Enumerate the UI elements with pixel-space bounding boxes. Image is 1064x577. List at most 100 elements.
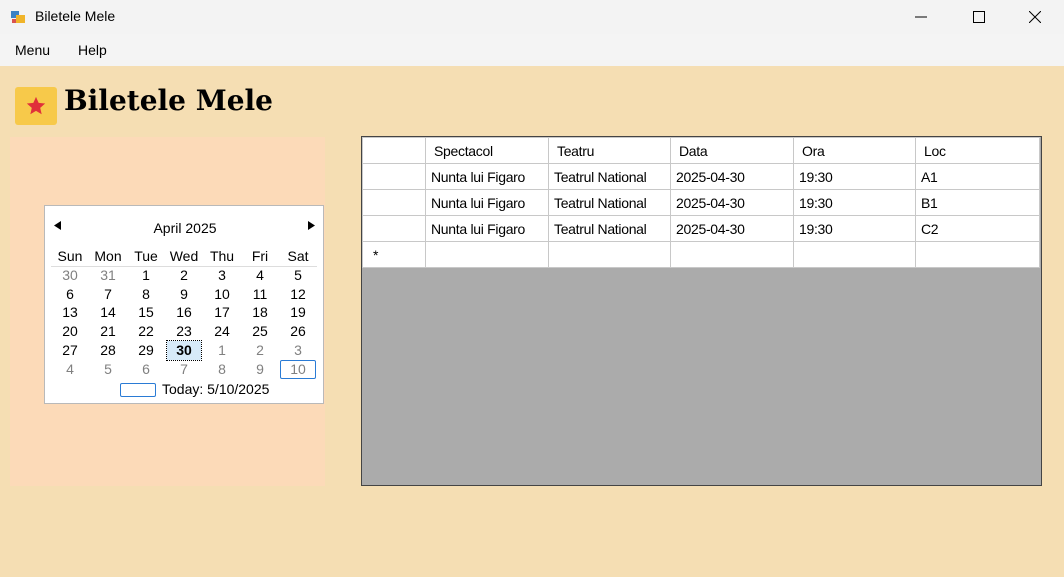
new-cell-data[interactable] (670, 241, 794, 268)
row-header-corner[interactable] (362, 137, 426, 164)
cell-data[interactable]: 2025-04-30 (670, 189, 794, 216)
cell-spectacol[interactable]: Nunta lui Figaro (425, 163, 549, 190)
minimize-icon (915, 16, 927, 18)
table-row[interactable]: Nunta lui Figaro Teatrul National 2025-0… (362, 163, 1040, 190)
column-header-loc[interactable]: Loc (915, 137, 1040, 164)
calendar-day[interactable]: 4 (51, 360, 89, 379)
today-marker[interactable] (120, 383, 156, 397)
calendar-day[interactable]: 31 (89, 266, 127, 285)
calendar-day[interactable]: 18 (241, 303, 279, 322)
calendar-day[interactable]: 23 (165, 322, 203, 341)
calendar-day[interactable]: 20 (51, 322, 89, 341)
calendar-day[interactable]: 12 (279, 285, 317, 304)
tickets-table: Spectacol Teatru Data Ora Loc Nunta lui … (362, 137, 1040, 268)
new-cell-teatru[interactable] (548, 241, 671, 268)
calendar-day[interactable]: 6 (127, 360, 165, 379)
calendar-day[interactable]: 4 (241, 266, 279, 285)
calendar-day[interactable]: 9 (165, 285, 203, 304)
star-ticket-icon (15, 87, 57, 125)
calendar-day[interactable]: 17 (203, 303, 241, 322)
cell-data[interactable]: 2025-04-30 (670, 163, 794, 190)
window-titlebar: Biletele Mele (0, 0, 1064, 34)
calendar-day[interactable]: 2 (165, 266, 203, 285)
calendar-day[interactable]: 3 (279, 341, 317, 360)
app-icon (11, 11, 25, 23)
cell-loc[interactable]: B1 (915, 189, 1040, 216)
month-calendar[interactable]: April 2025 Sun Mon Tue Wed Thu Fri Sat 3… (44, 205, 324, 404)
row-header[interactable] (362, 189, 426, 216)
new-row-marker[interactable]: * (362, 241, 426, 268)
new-cell-spectacol[interactable] (425, 241, 549, 268)
calendar-day[interactable]: 24 (203, 322, 241, 341)
calendar-day[interactable]: 11 (241, 285, 279, 304)
new-cell-ora[interactable] (793, 241, 916, 268)
cell-loc[interactable]: A1 (915, 163, 1040, 190)
menu-bar: Menu Help (0, 34, 1064, 66)
calendar-day[interactable]: 26 (279, 322, 317, 341)
day-of-week: Thu (209, 248, 235, 264)
calendar-day[interactable]: 1 (203, 341, 241, 360)
menu-item-menu[interactable]: Menu (15, 42, 50, 58)
calendar-day[interactable]: 28 (89, 341, 127, 360)
calendar-day[interactable]: 25 (241, 322, 279, 341)
calendar-day[interactable]: 9 (241, 360, 279, 379)
row-header[interactable] (362, 215, 426, 242)
calendar-day[interactable]: 29 (127, 341, 165, 360)
column-header-spectacol[interactable]: Spectacol (425, 137, 549, 164)
calendar-day[interactable]: 30 (51, 266, 89, 285)
calendar-day[interactable]: 5 (89, 360, 127, 379)
calendar-month-label[interactable]: April 2025 (45, 220, 325, 236)
column-header-teatru[interactable]: Teatru (548, 137, 671, 164)
cell-ora[interactable]: 19:30 (793, 189, 916, 216)
tickets-datagrid[interactable]: Spectacol Teatru Data Ora Loc Nunta lui … (361, 136, 1042, 486)
row-header[interactable] (362, 163, 426, 190)
close-button[interactable] (1006, 0, 1064, 34)
column-header-ora[interactable]: Ora (793, 137, 916, 164)
cell-teatru[interactable]: Teatrul National (548, 189, 671, 216)
calendar-day[interactable]: 16 (165, 303, 203, 322)
cell-loc[interactable]: C2 (915, 215, 1040, 242)
calendar-day[interactable]: 21 (89, 322, 127, 341)
cell-ora[interactable]: 19:30 (793, 215, 916, 242)
calendar-day[interactable]: 19 (279, 303, 317, 322)
today-link[interactable]: Today: 5/10/2025 (162, 381, 269, 397)
maximize-button[interactable] (950, 0, 1008, 34)
calendar-day[interactable]: 27 (51, 341, 89, 360)
calendar-day[interactable]: 2 (241, 341, 279, 360)
calendar-day-today[interactable]: 10 (280, 359, 316, 379)
next-month-button[interactable] (308, 219, 315, 233)
new-cell-loc[interactable] (915, 241, 1040, 268)
day-of-week: Wed (169, 248, 199, 264)
calendar-day[interactable]: 5 (279, 266, 317, 285)
calendar-day[interactable]: 22 (127, 322, 165, 341)
close-icon (1029, 11, 1041, 23)
maximize-icon (973, 11, 985, 23)
cell-teatru[interactable]: Teatrul National (548, 215, 671, 242)
calendar-day[interactable]: 15 (127, 303, 165, 322)
menu-item-help[interactable]: Help (78, 42, 107, 58)
cell-teatru[interactable]: Teatrul National (548, 163, 671, 190)
day-of-week: Tue (134, 248, 158, 264)
cell-spectacol[interactable]: Nunta lui Figaro (425, 189, 549, 216)
cell-ora[interactable]: 19:30 (793, 163, 916, 190)
calendar-day[interactable]: 1 (127, 266, 165, 285)
page-title: Biletele Mele (64, 84, 273, 117)
calendar-day-selected[interactable]: 30 (166, 339, 202, 361)
cell-spectacol[interactable]: Nunta lui Figaro (425, 215, 549, 242)
calendar-day[interactable]: 6 (51, 285, 89, 304)
calendar-day[interactable]: 8 (127, 285, 165, 304)
calendar-day[interactable]: 7 (89, 285, 127, 304)
new-row[interactable]: * (362, 241, 1040, 268)
cell-data[interactable]: 2025-04-30 (670, 215, 794, 242)
calendar-day[interactable]: 8 (203, 360, 241, 379)
column-header-data[interactable]: Data (670, 137, 794, 164)
calendar-day[interactable]: 10 (203, 285, 241, 304)
minimize-button[interactable] (892, 0, 950, 34)
calendar-day[interactable]: 3 (203, 266, 241, 285)
triangle-right-icon (308, 221, 315, 230)
table-row[interactable]: Nunta lui Figaro Teatrul National 2025-0… (362, 215, 1040, 242)
table-row[interactable]: Nunta lui Figaro Teatrul National 2025-0… (362, 189, 1040, 216)
calendar-day[interactable]: 14 (89, 303, 127, 322)
calendar-day[interactable]: 13 (51, 303, 89, 322)
calendar-day[interactable]: 7 (165, 360, 203, 379)
